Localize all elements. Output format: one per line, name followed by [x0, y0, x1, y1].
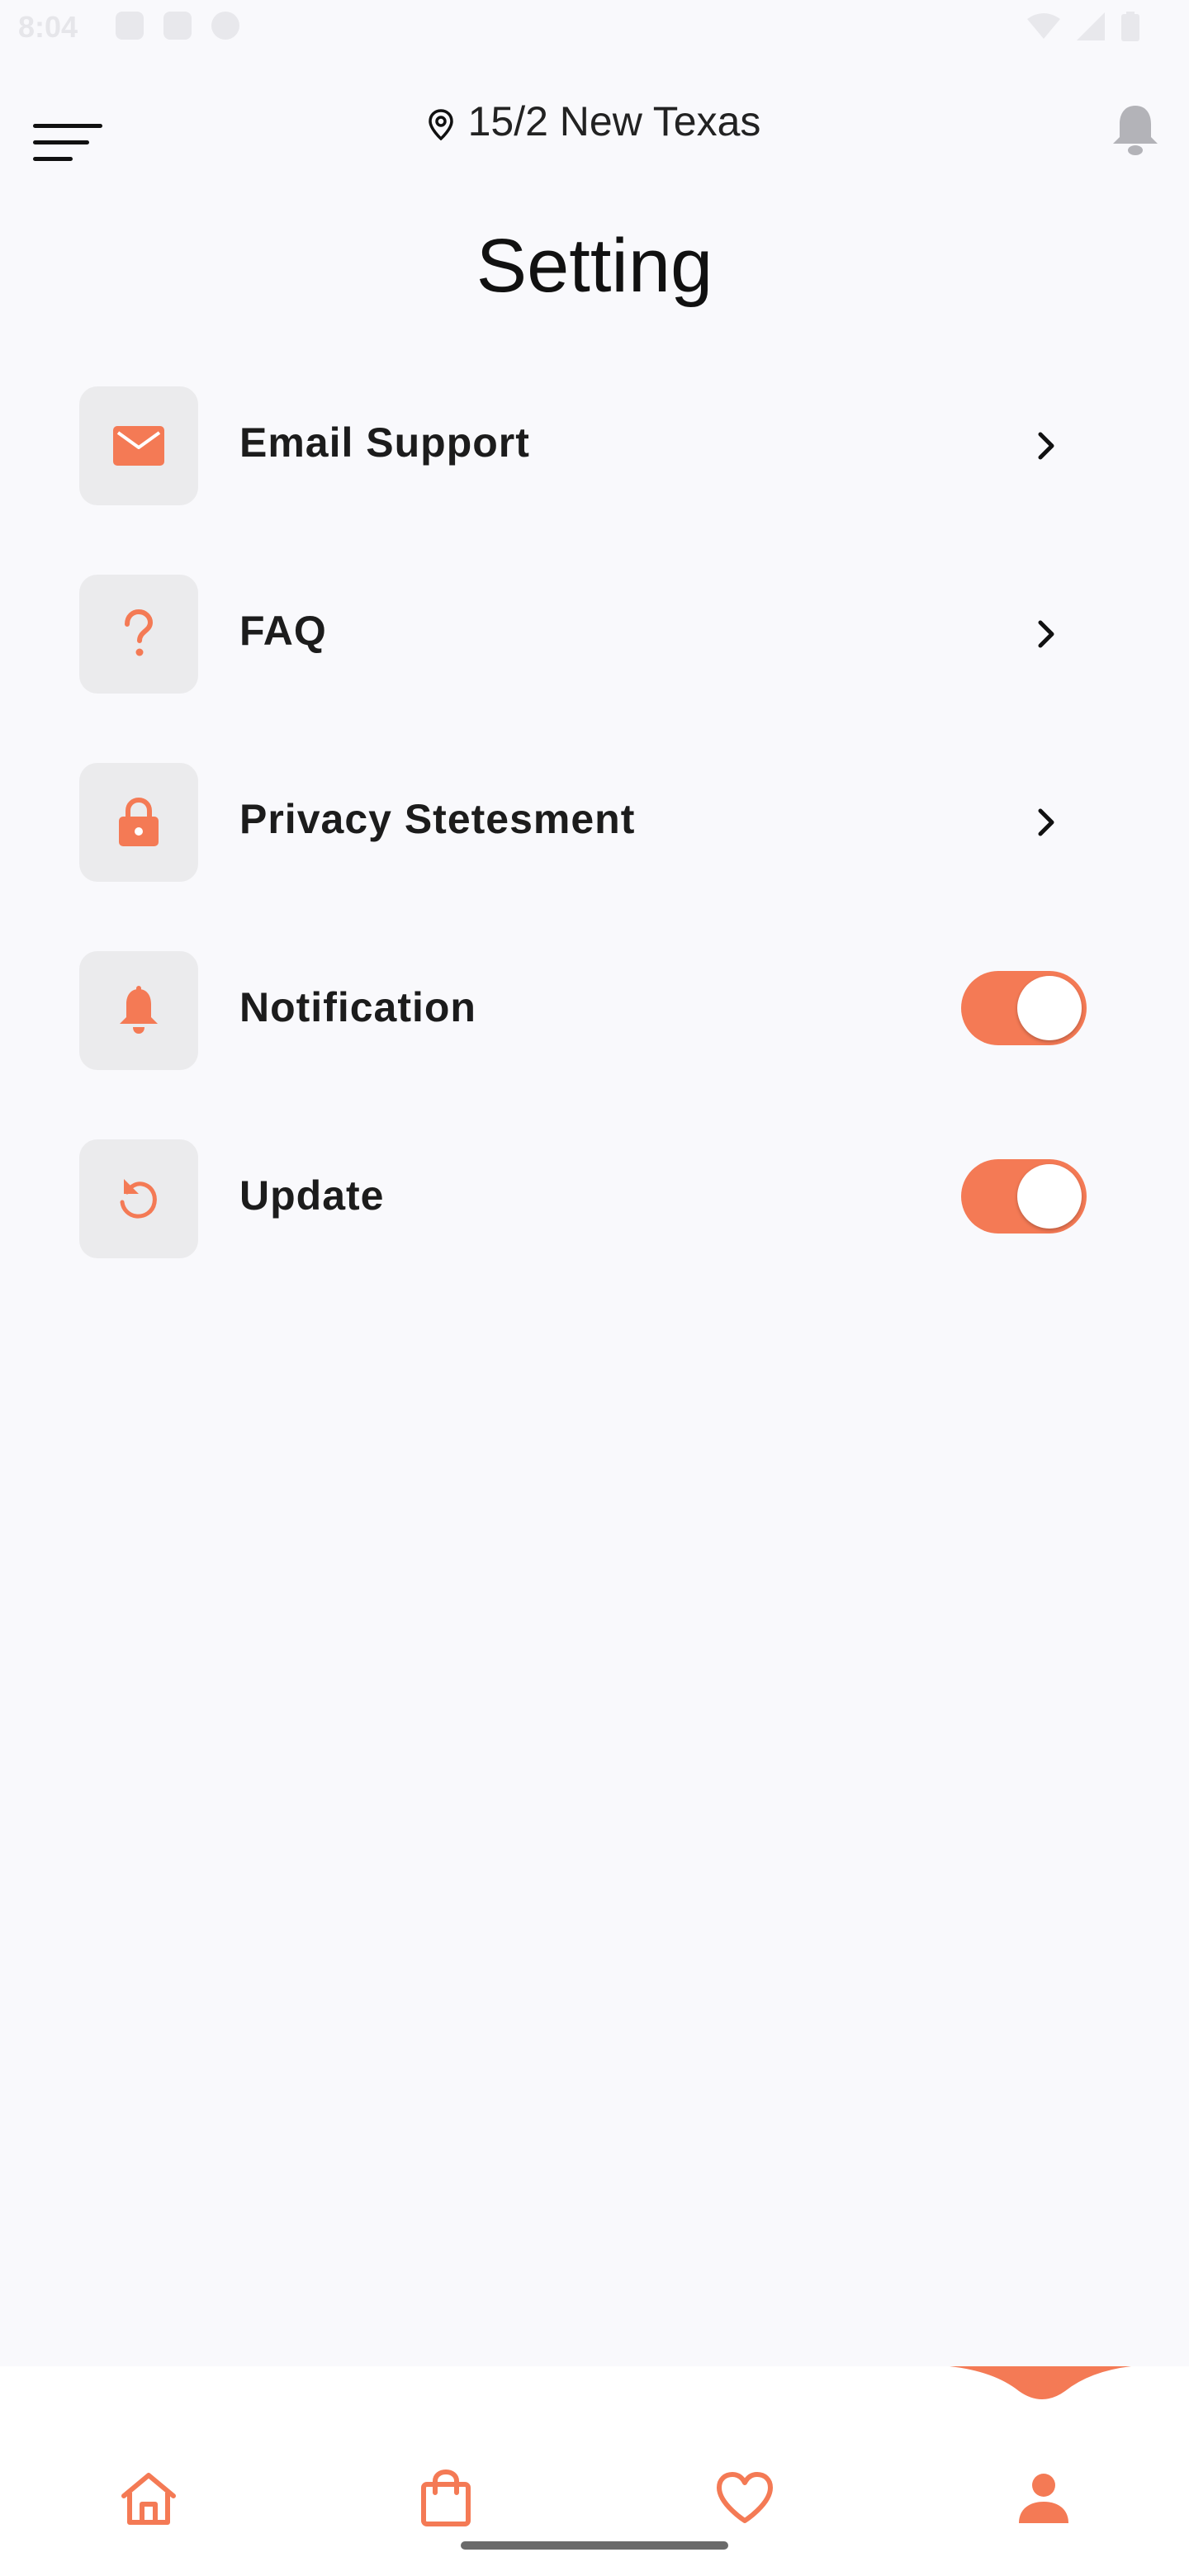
wifi-icon	[1027, 13, 1060, 39]
status-time: 8:04	[18, 10, 78, 44]
nav-cart[interactable]	[413, 2465, 479, 2531]
chevron-right-icon	[1038, 432, 1054, 460]
sd-card-icon	[163, 12, 192, 40]
nav-favorites[interactable]	[712, 2465, 778, 2531]
toggle-knob	[1017, 976, 1082, 1040]
active-tab-indicator	[950, 2366, 1131, 2399]
setting-label: Privacy Stetesment	[239, 796, 636, 842]
question-icon	[125, 609, 154, 656]
bottom-nav	[0, 2366, 1189, 2576]
icon-box	[79, 951, 198, 1070]
location-selector[interactable]: 15/2 New Texas	[0, 97, 1189, 145]
setting-label: Update	[239, 1172, 385, 1219]
profile-icon	[1019, 2474, 1068, 2523]
mail-icon	[113, 426, 164, 466]
icon-box	[79, 575, 198, 694]
shield-icon	[116, 12, 144, 40]
battery-icon	[1121, 12, 1139, 41]
chevron-right-icon	[1038, 808, 1054, 836]
settings-list: Email Support FAQ Privacy Stetesment Not…	[79, 386, 1087, 1328]
status-system-icons	[1027, 12, 1139, 41]
heart-icon	[717, 2472, 773, 2523]
nav-profile[interactable]	[1011, 2465, 1077, 2531]
setting-email-support[interactable]: Email Support	[79, 386, 1087, 505]
location-text: 15/2 New Texas	[467, 98, 761, 144]
setting-privacy-statement[interactable]: Privacy Stetesment	[79, 763, 1087, 882]
icon-box	[79, 763, 198, 882]
location-pin-icon	[428, 109, 453, 140]
icon-box	[79, 386, 198, 505]
setting-label: FAQ	[239, 608, 327, 654]
chevron-right-icon	[1038, 620, 1054, 648]
signal-icon	[1077, 12, 1105, 40]
lock-icon	[119, 797, 159, 846]
update-toggle[interactable]	[961, 1159, 1087, 1234]
home-icon	[121, 2473, 176, 2525]
nav-home[interactable]	[116, 2465, 182, 2531]
setting-faq[interactable]: FAQ	[79, 575, 1087, 694]
shopping-bag-icon	[421, 2469, 471, 2526]
icon-box	[79, 1139, 198, 1258]
status-notification-icons	[116, 12, 239, 40]
notification-bell-icon[interactable]	[1106, 101, 1164, 159]
top-bar: 15/2 New Texas	[0, 83, 1189, 173]
home-indicator	[461, 2541, 728, 2550]
sync-icon	[211, 12, 239, 40]
toggle-knob	[1017, 1164, 1082, 1229]
setting-notification: Notification	[79, 951, 1087, 1070]
refresh-icon	[120, 1179, 157, 1219]
page-title: Setting	[476, 224, 713, 308]
setting-label: Email Support	[239, 419, 530, 466]
notification-toggle[interactable]	[961, 971, 1087, 1045]
setting-label: Notification	[239, 984, 476, 1030]
bell-icon	[120, 986, 158, 1034]
setting-update: Update	[79, 1139, 1087, 1258]
status-bar: 8:04	[0, 0, 1189, 58]
